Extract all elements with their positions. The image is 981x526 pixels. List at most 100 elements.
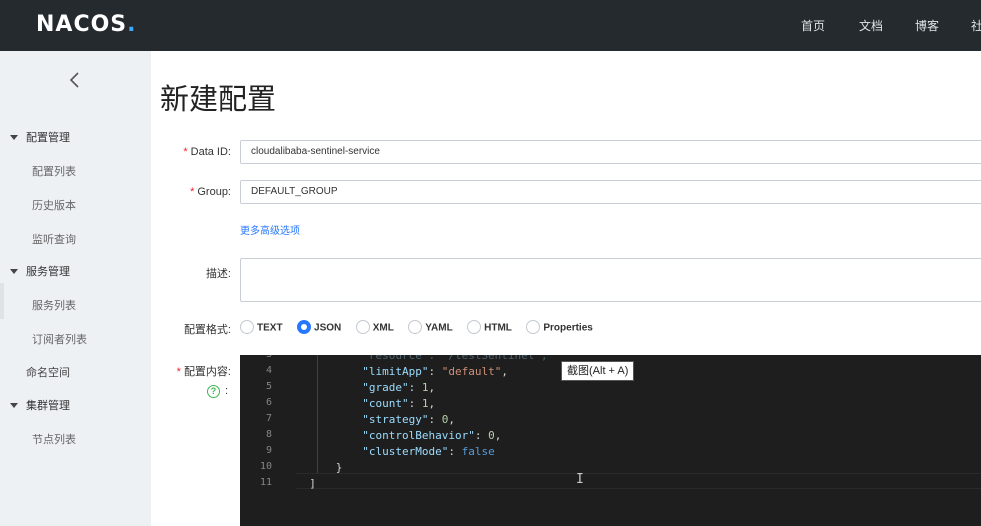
radio-circle <box>355 319 370 334</box>
text-cursor-icon: I <box>576 472 584 487</box>
code-line: "controlBehavior": 0, <box>362 429 502 442</box>
sidebar-item-subscriber-list[interactable]: 订阅者列表 <box>32 331 87 347</box>
json-value: false <box>461 445 495 458</box>
format-radio-text[interactable]: TEXT <box>240 319 283 335</box>
data-id-label: * Data ID: <box>183 146 231 158</box>
line-number: 5 <box>265 381 272 392</box>
sidebar: 配置管理 配置列表 历史版本 监听查询 服务管理 服务列表 订阅者列表 命名空间… <box>0 51 151 526</box>
nav-home[interactable]: 首页 <box>801 17 825 34</box>
code-text: } <box>335 461 343 474</box>
label-text: Data ID: <box>190 146 231 158</box>
advanced-options-link[interactable]: 更多高级选项 <box>240 222 300 237</box>
line-number: 3 <box>240 355 272 360</box>
line-number: 7 <box>265 413 272 424</box>
sidebar-group-label: 集群管理 <box>26 400 70 412</box>
code-line: "count": 1, <box>362 397 436 410</box>
format-radio-xml[interactable]: XML <box>355 319 394 335</box>
logo-text: NACOS <box>36 12 128 37</box>
sidebar-item-service-list[interactable]: 服务列表 <box>32 297 76 313</box>
required-mark: * <box>183 146 188 158</box>
required-mark: * <box>190 186 195 198</box>
nacos-logo[interactable]: NACOS. <box>36 12 137 37</box>
required-mark: * <box>176 366 181 378</box>
caret-down-icon <box>10 268 18 274</box>
label-text: 配置内容: <box>183 366 231 378</box>
format-radio-json[interactable]: JSON <box>297 319 342 335</box>
line-number: 8 <box>265 429 272 440</box>
nav-docs[interactable]: 文档 <box>859 17 883 34</box>
json-comma: , <box>428 397 436 410</box>
radio-circle <box>408 319 423 334</box>
line-number: 6 <box>265 397 272 408</box>
sidebar-group-cluster-management[interactable]: 集群管理 <box>10 397 70 413</box>
sidebar-group-label: 服务管理 <box>26 266 70 278</box>
radio-circle <box>526 319 541 334</box>
radio-label: Properties <box>543 322 593 334</box>
code-text: ] <box>309 477 316 490</box>
sidebar-active-indicator <box>0 283 4 319</box>
sidebar-item-node-list[interactable]: 节点列表 <box>32 431 76 447</box>
sidebar-item-namespace[interactable]: 命名空间 <box>26 364 70 380</box>
json-comma: , <box>428 381 436 394</box>
json-key: "controlBehavior" <box>362 429 475 442</box>
line-number: 11 <box>259 477 272 488</box>
code-line: } <box>296 461 343 474</box>
help-colon: : <box>225 385 229 397</box>
screenshot-tooltip: 截图(Alt + A) <box>561 361 635 381</box>
line-number: 4 <box>265 365 272 376</box>
radio-label: YAML <box>425 322 453 334</box>
json-key: "strategy" <box>362 413 429 426</box>
radio-circle <box>467 319 482 334</box>
line-number: 10 <box>259 461 272 472</box>
code-line: "strategy": 0, <box>362 413 455 426</box>
help-question-icon[interactable]: ? <box>207 385 220 398</box>
format-radio-yaml[interactable]: YAML <box>408 319 453 335</box>
radio-label: JSON <box>314 322 342 334</box>
radio-label: XML <box>372 322 394 334</box>
nav-community[interactable]: 社 <box>971 17 981 34</box>
json-comma: , <box>448 413 455 426</box>
json-value: 0 <box>488 429 495 442</box>
caret-down-icon <box>10 134 18 140</box>
caret-down-icon <box>10 402 18 408</box>
code-line: ] <box>296 477 316 490</box>
nav-blog[interactable]: 博客 <box>915 17 939 34</box>
sidebar-group-label: 配置管理 <box>26 132 70 144</box>
json-value: "default" <box>441 365 502 378</box>
group-input[interactable]: DEFAULT_GROUP <box>240 180 981 204</box>
json-key: "clusterMode" <box>362 445 449 458</box>
code-text: "resource": "/testSentinel", <box>362 355 548 362</box>
format-radio-group: TEXT JSON XML YAML HTML Properties <box>240 319 603 335</box>
current-line-highlight <box>296 473 981 489</box>
json-key: "count" <box>362 397 409 410</box>
sidebar-item-config-list[interactable]: 配置列表 <box>32 163 76 179</box>
code-line: "grade": 1, <box>362 381 436 394</box>
description-label: 描述: <box>205 268 231 280</box>
radio-circle-checked <box>297 319 312 334</box>
radio-circle <box>240 319 254 334</box>
json-comma: , <box>494 429 502 442</box>
logo-dot: . <box>127 12 137 37</box>
format-label: 配置格式: <box>183 324 231 336</box>
data-id-input[interactable]: cloudalibaba-sentinel-service <box>240 140 981 164</box>
json-key: "grade" <box>362 381 409 394</box>
sidebar-group-service-management[interactable]: 服务管理 <box>10 263 70 279</box>
code-line: "limitApp": "default", <box>362 365 508 378</box>
description-textarea[interactable] <box>240 258 981 302</box>
line-number: 9 <box>265 445 272 456</box>
format-radio-properties[interactable]: Properties <box>526 319 593 335</box>
chevron-left-icon[interactable] <box>64 69 86 91</box>
code-line: "resource": "/testSentinel", <box>296 355 548 362</box>
sidebar-item-listener-query[interactable]: 监听查询 <box>32 231 76 247</box>
radio-label: HTML <box>484 322 512 334</box>
code-line: "clusterMode": false <box>362 445 495 458</box>
label-text: Group: <box>197 186 231 198</box>
json-comma: , <box>501 365 508 378</box>
group-label: * Group: <box>190 186 231 198</box>
format-radio-html[interactable]: HTML <box>467 319 512 335</box>
radio-label: TEXT <box>257 322 283 334</box>
sidebar-item-history[interactable]: 历史版本 <box>32 197 76 213</box>
json-key: "limitApp" <box>362 365 429 378</box>
sidebar-group-config-management[interactable]: 配置管理 <box>10 129 70 145</box>
content-label: * 配置内容: <box>177 363 231 379</box>
